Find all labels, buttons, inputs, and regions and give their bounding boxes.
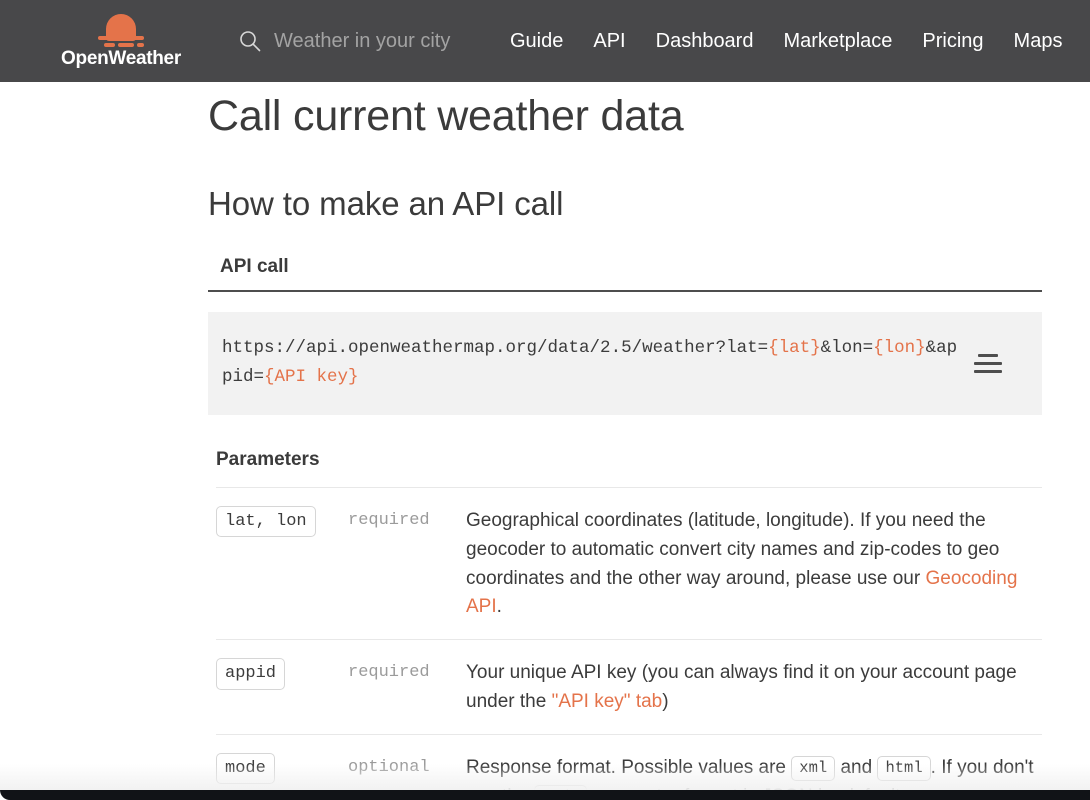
param-name-cell: lat, lon <box>216 505 348 538</box>
desc-text: Geographical coordinates (latitude, long… <box>466 509 1000 589</box>
param-description-lat-lon: Geographical coordinates (latitude, long… <box>466 505 1042 623</box>
parameters-heading: Parameters <box>216 448 320 470</box>
viewport-bottom-edge <box>0 790 1090 800</box>
url-prefix: https://api.openweathermap.org/data/2.5/… <box>222 338 769 358</box>
desc-text-2: and <box>835 757 878 779</box>
param-requirement-lat-lon: required <box>348 510 430 530</box>
url-mid-1: &lon= <box>820 338 874 358</box>
search-input[interactable] <box>274 29 489 53</box>
nav-item-guide[interactable]: Guide <box>495 30 578 53</box>
param-chip-mode: mode <box>216 753 275 785</box>
param-chip-lat-lon: lat, lon <box>216 505 316 538</box>
value-chip-html: html <box>877 756 931 782</box>
param-requirement-mode: optional <box>348 758 430 778</box>
brand-name: OpenWeather <box>61 48 181 69</box>
main-nav: Guide API Dashboard Marketplace Pricing … <box>495 30 1090 53</box>
api-key-tab-link[interactable]: "API key" tab <box>552 691 663 712</box>
desc-text: Your unique API key (you can always find… <box>466 662 1017 713</box>
nav-item-our[interactable]: Our <box>1077 30 1090 53</box>
desc-text-1: Response format. Possible values are <box>466 757 792 779</box>
parameters-table: lat, lon required Geographical coordinat… <box>208 486 1042 800</box>
api-call-url[interactable]: https://api.openweathermap.org/data/2.5/… <box>222 334 960 393</box>
param-name-cell: mode <box>216 752 348 785</box>
tab-api-call[interactable]: API call <box>216 256 293 290</box>
api-call-code-block: https://api.openweathermap.org/data/2.5/… <box>208 312 1042 415</box>
desc-tail: . <box>496 596 502 618</box>
table-row: lat, lon required Geographical coordinat… <box>216 486 1042 640</box>
top-navigation-bar: OpenWeather Guide API Dashboard Marketpl… <box>0 0 1090 82</box>
url-lon-placeholder: {lon} <box>873 338 926 358</box>
param-name-cell: appid <box>216 657 348 690</box>
nav-item-marketplace[interactable]: Marketplace <box>768 30 907 53</box>
url-lat-placeholder: {lat} <box>768 338 821 358</box>
desc-tail: ) <box>662 691 669 713</box>
tab-bar: API call <box>208 256 1042 292</box>
param-description-appid: Your unique API key (you can always find… <box>466 657 1042 717</box>
nav-item-dashboard[interactable]: Dashboard <box>641 30 769 53</box>
page-body: Call current weather data How to make an… <box>0 82 1090 800</box>
param-chip-appid: appid <box>216 658 286 690</box>
page-title: Call current weather data <box>208 92 684 140</box>
nav-item-maps[interactable]: Maps <box>999 30 1078 53</box>
search-box[interactable] <box>238 29 489 53</box>
table-row: appid required Your unique API key (you … <box>216 639 1042 734</box>
value-chip-xml: xml <box>791 756 836 782</box>
content-column: Call current weather data How to make an… <box>0 82 1090 800</box>
search-icon <box>238 29 262 53</box>
section-title: How to make an API call <box>208 184 564 222</box>
hamburger-menu-icon[interactable] <box>974 349 1004 378</box>
sun-cloud-icon <box>93 14 149 48</box>
nav-item-pricing[interactable]: Pricing <box>907 30 998 53</box>
nav-item-api[interactable]: API <box>578 30 640 53</box>
url-apikey-placeholder: {API key} <box>264 367 359 388</box>
brand-logo-link[interactable]: OpenWeather <box>56 14 186 68</box>
param-requirement-appid: required <box>348 663 430 683</box>
